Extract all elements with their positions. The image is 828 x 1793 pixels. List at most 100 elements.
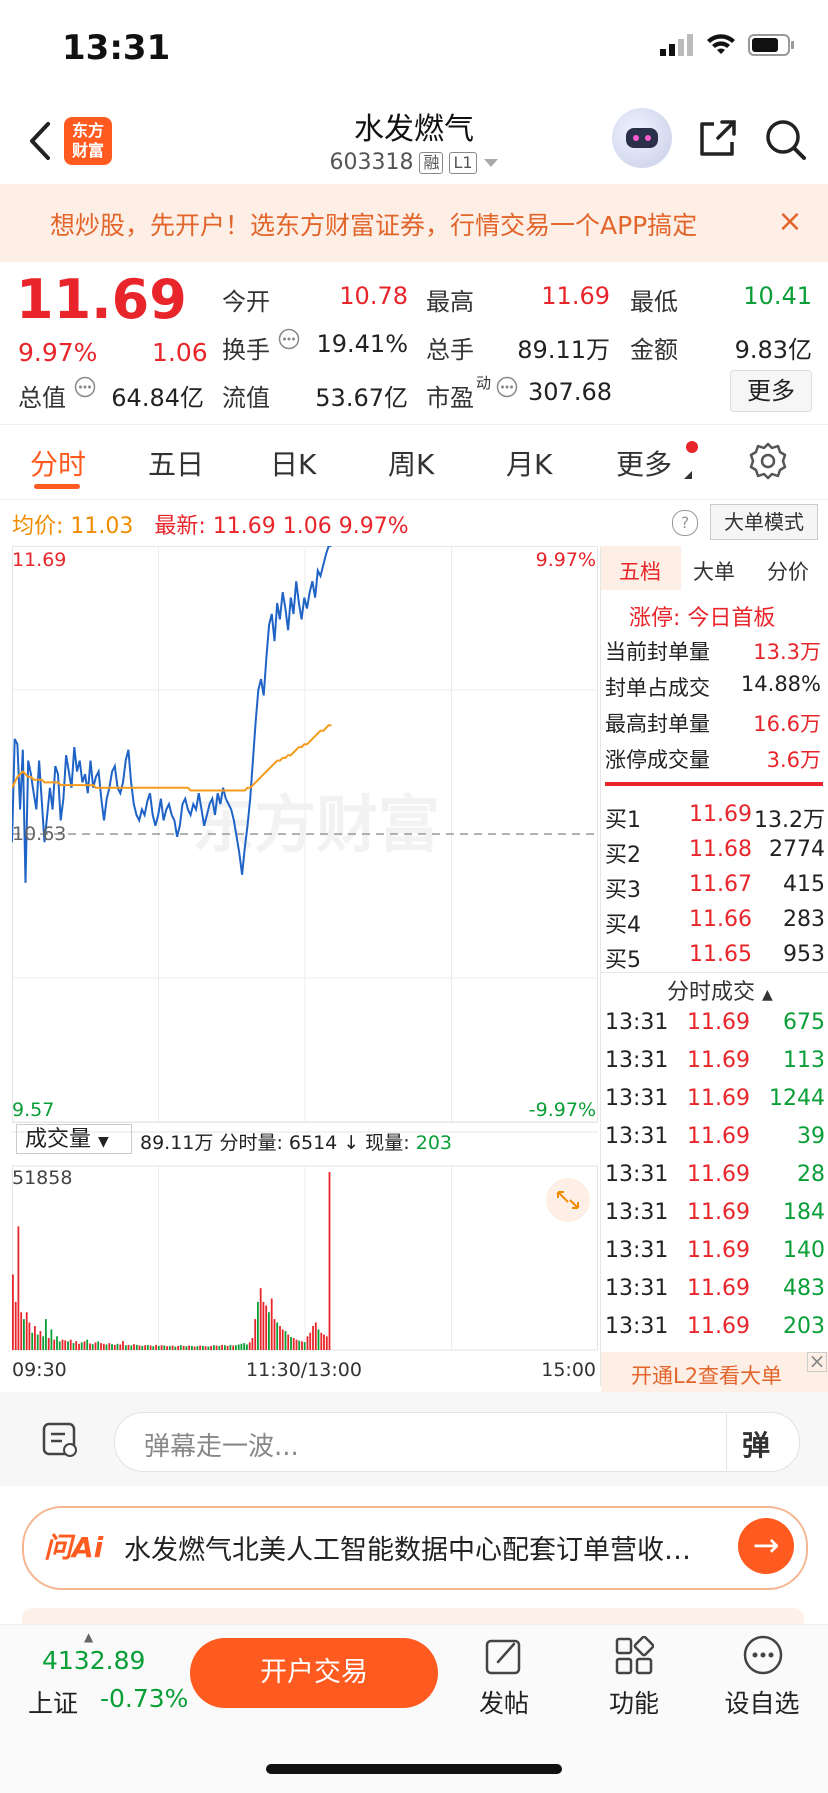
volume-bar <box>34 1326 36 1350</box>
tab-more[interactable]: 更多 <box>616 443 672 483</box>
big-order-mode-button[interactable]: 大单模式 <box>710 504 818 540</box>
index-value[interactable]: 4132.89 <box>42 1646 145 1675</box>
promo-banner[interactable]: 想炒股，先开户！选东方财富证券，行情交易一个APP搞定 × <box>0 184 828 262</box>
trade-volume: 675 <box>783 1010 825 1035</box>
volume-bar <box>72 1343 75 1350</box>
status-bar: 13:31 <box>0 0 828 100</box>
volume-bar <box>177 1345 179 1350</box>
home-indicator <box>266 1764 562 1774</box>
volume-bar <box>246 1344 248 1350</box>
bid-price: 11.66 <box>689 907 752 932</box>
time-mid-label: 11:30/13:00 <box>246 1359 362 1381</box>
tab-five-day[interactable]: 五日 <box>148 443 204 483</box>
limit-up-value: 今日首板 <box>687 606 776 631</box>
volume-bar <box>20 1312 23 1350</box>
volume-bar <box>309 1332 312 1350</box>
function-label[interactable]: 功能 <box>584 1684 684 1720</box>
volume-bar <box>124 1345 127 1350</box>
stat-row: 最高封单量 16.6万 <box>605 708 821 738</box>
open-value: 10.78 <box>339 282 408 310</box>
volume-bar <box>155 1344 157 1350</box>
stat-row: 封单占成交 14.88% <box>605 672 821 702</box>
high-value: 11.69 <box>541 282 610 310</box>
volume-bar <box>119 1344 122 1350</box>
more-dots-icon[interactable] <box>742 1634 784 1676</box>
caret-up-icon: ▲ <box>762 987 773 1003</box>
volume-bar <box>202 1345 204 1350</box>
volume-bar <box>122 1341 124 1350</box>
settings-gear-icon[interactable] <box>748 441 788 481</box>
volume-bar <box>292 1338 295 1350</box>
time-start-label: 09:30 <box>12 1359 67 1381</box>
volume-bar <box>193 1346 196 1350</box>
volume-bar <box>100 1343 102 1350</box>
float-cap-value: 53.67亿 <box>315 384 408 412</box>
volume-bar <box>317 1329 320 1350</box>
trade-time: 13:31 <box>605 1200 669 1225</box>
tab-price-dist[interactable]: 分价 <box>767 556 809 586</box>
stock-code: 603318 <box>329 150 414 175</box>
volume-bar <box>257 1301 259 1350</box>
close-icon[interactable]: × <box>807 1351 827 1372</box>
amount-value: 9.83亿 <box>734 336 812 364</box>
comment-list-icon[interactable] <box>40 1420 80 1460</box>
index-change: -0.73% <box>100 1684 189 1713</box>
volume-bar <box>64 1340 67 1350</box>
close-icon[interactable]: × <box>772 204 808 240</box>
indicator-select[interactable]: 成交量 ▼ <box>16 1124 132 1154</box>
volume-bar <box>179 1345 182 1350</box>
tab-weekly-k[interactable]: 周K <box>388 443 434 483</box>
volume-bars <box>12 1172 331 1350</box>
watermark: 东方财富 <box>192 788 440 861</box>
grid-function-icon[interactable] <box>614 1636 654 1676</box>
volume-bar <box>199 1345 201 1350</box>
volume-bar <box>240 1343 243 1350</box>
trade-price: 11.69 <box>687 1048 750 1073</box>
tab-five-level[interactable]: 五档 <box>619 556 661 586</box>
tab-intraday[interactable]: 分时 <box>30 443 86 483</box>
ai-robot-avatar[interactable] <box>612 108 672 168</box>
volume-bar <box>279 1326 281 1350</box>
trade-volume: 113 <box>783 1048 825 1073</box>
post-label[interactable]: 发帖 <box>454 1684 554 1720</box>
bid-price: 11.65 <box>689 942 752 967</box>
volume-bar <box>86 1339 89 1350</box>
bid-label: 买4 <box>605 913 641 938</box>
avg-price-line <box>12 724 332 792</box>
intraday-chart[interactable]: 东方财富 11.69 10.63 9.57 9.97% -9.97% 51858… <box>12 546 598 1384</box>
latest-price: 11.69 <box>212 514 276 539</box>
volume-bar <box>298 1340 301 1350</box>
more-button[interactable]: 更多 <box>730 370 812 412</box>
tab-monthly-k[interactable]: 月K <box>506 443 552 483</box>
volume-bar <box>45 1319 47 1350</box>
order-book-tabs: 五档 大单 分价 <box>601 546 825 590</box>
pct-bottom-label: -9.97% <box>529 1099 596 1121</box>
share-icon[interactable] <box>696 118 738 160</box>
volume-bar <box>105 1344 108 1350</box>
trade-volume: 203 <box>783 1314 825 1339</box>
search-icon[interactable] <box>764 118 808 162</box>
now-volume-value: 203 <box>415 1132 452 1154</box>
trades-header[interactable]: 分时成交 ▲ <box>667 974 773 1006</box>
volume-bar <box>75 1341 78 1350</box>
tab-big-order[interactable]: 大单 <box>693 556 735 586</box>
tab-daily-k[interactable]: 日K <box>270 443 316 483</box>
volume-bar <box>314 1322 317 1350</box>
post-edit-icon[interactable] <box>484 1636 524 1676</box>
add-watchlist-label[interactable]: 设自选 <box>712 1684 812 1720</box>
price-bottom-label: 9.57 <box>12 1099 54 1121</box>
help-icon[interactable]: ? <box>672 510 698 536</box>
arrow-right-icon[interactable]: → <box>738 1518 794 1574</box>
danmu-toggle-button[interactable]: 弹 <box>742 1424 770 1464</box>
volume-bar <box>42 1336 45 1350</box>
expand-icon[interactable] <box>546 1178 590 1222</box>
volume-bar <box>259 1288 262 1350</box>
info-dots-icon[interactable] <box>74 376 96 398</box>
info-dots-icon[interactable] <box>278 328 300 350</box>
info-dots-icon[interactable] <box>496 376 518 398</box>
latest-label: 最新: <box>154 514 206 539</box>
pe-superscript: 动 <box>476 374 492 392</box>
l2-promo[interactable]: 开通L2查看大单 × <box>601 1351 828 1392</box>
trade-volume: 1244 <box>769 1086 825 1111</box>
open-account-trade-button[interactable]: 开户交易 <box>190 1638 438 1708</box>
